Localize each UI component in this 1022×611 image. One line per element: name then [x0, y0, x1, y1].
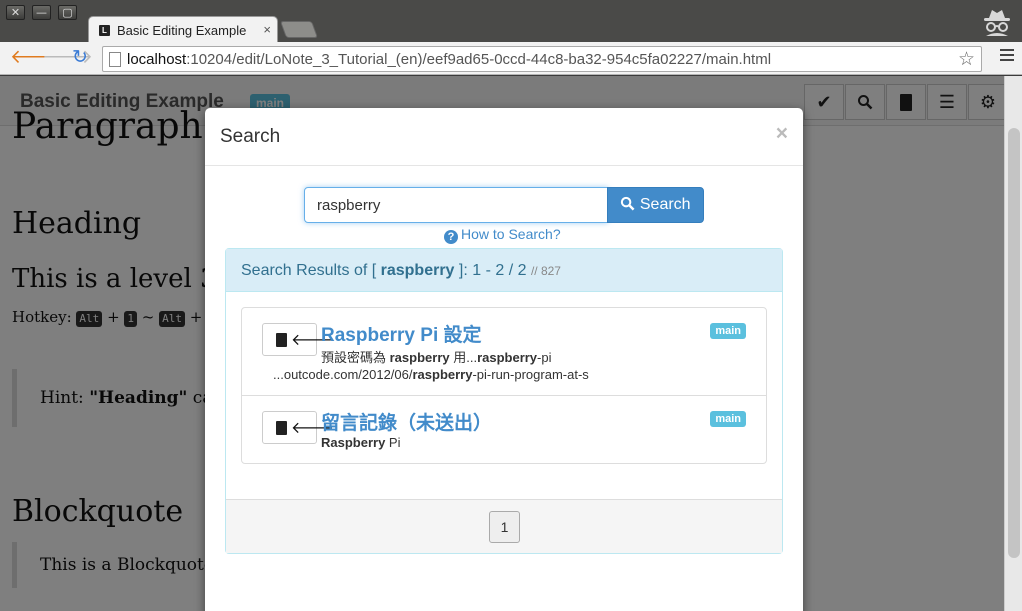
page-icon [109, 52, 121, 67]
browser-toolbar: 🡐 🡒 ↻ localhost:10204/edit/LoNote_3_Tuto… [0, 42, 1022, 75]
scrollbar-thumb[interactable] [1008, 128, 1020, 558]
result-snippet: 預設密碼為 raspberry 用...raspberry-pi [321, 350, 552, 365]
results-summary: Search Results of [ raspberry ]: 1 - 2 /… [241, 262, 561, 279]
modal-title: Search [220, 126, 281, 147]
reload-icon[interactable]: ↻ [72, 48, 88, 68]
modal-header: Search × [205, 108, 803, 166]
incognito-icon [984, 10, 1010, 36]
browser-tab[interactable]: L Basic Editing Example × [88, 16, 278, 43]
result-branch-badge: main [710, 411, 746, 427]
window-minimize-button[interactable]: — [32, 5, 51, 20]
tab-close-button[interactable]: × [263, 22, 271, 37]
tab-title: Basic Editing Example [117, 23, 247, 38]
window-titlebar: ✕ — ▢ L Basic Editing Example × [0, 0, 1022, 43]
results-panel: Search Results of [ raspberry ]: 1 - 2 /… [225, 248, 783, 554]
result-snippet: Raspberry Pi [321, 435, 401, 450]
result-title-link[interactable]: Raspberry Pi 設定 [321, 320, 482, 347]
tab-favicon-icon: L [99, 25, 110, 36]
result-branch-badge: main [710, 323, 746, 339]
open-note-button[interactable]: 🡐 [262, 323, 334, 356]
search-modal: Search × Search ?How to Search? Search R… [205, 108, 803, 611]
results-list: 🡐 Raspberry Pi 設定 main 預設密碼為 raspberry 用… [241, 307, 767, 464]
modal-close-button[interactable]: × [776, 122, 788, 146]
search-input[interactable] [304, 187, 608, 223]
question-icon: ? [444, 230, 458, 244]
open-note-button[interactable]: 🡐 [262, 411, 334, 444]
window-close-button[interactable]: ✕ [6, 5, 25, 20]
result-snippet-url: ...outcode.com/2012/06/raspberry-pi-run-… [273, 367, 589, 382]
browser-menu-icon[interactable] [1000, 49, 1014, 64]
how-to-search-link[interactable]: ? How to Search? [444, 226, 561, 244]
search-button[interactable]: Search [607, 187, 704, 223]
new-tab-button[interactable] [279, 21, 319, 38]
list-item: 🡐 留言記錄（未送出） main Raspberry Pi [242, 396, 766, 463]
book-icon [276, 333, 287, 347]
results-total: // 827 [530, 264, 561, 278]
pagination-footer: 1 [226, 499, 782, 553]
search-icon [621, 196, 635, 211]
window-maximize-button[interactable]: ▢ [58, 5, 77, 20]
results-header: Search Results of [ raspberry ]: 1 - 2 /… [226, 249, 782, 292]
list-item: 🡐 Raspberry Pi 設定 main 預設密碼為 raspberry 用… [242, 308, 766, 396]
search-button-label: Search [639, 196, 691, 213]
book-icon [276, 421, 287, 435]
page-scrollbar[interactable] [1004, 76, 1022, 611]
bookmark-star-icon[interactable]: ☆ [958, 48, 975, 71]
result-title-link[interactable]: 留言記錄（未送出） [321, 408, 492, 435]
address-url: localhost:10204/edit/LoNote_3_Tutorial_(… [127, 51, 772, 68]
address-bar[interactable]: localhost:10204/edit/LoNote_3_Tutorial_(… [102, 46, 982, 72]
page-1-button[interactable]: 1 [489, 511, 520, 543]
